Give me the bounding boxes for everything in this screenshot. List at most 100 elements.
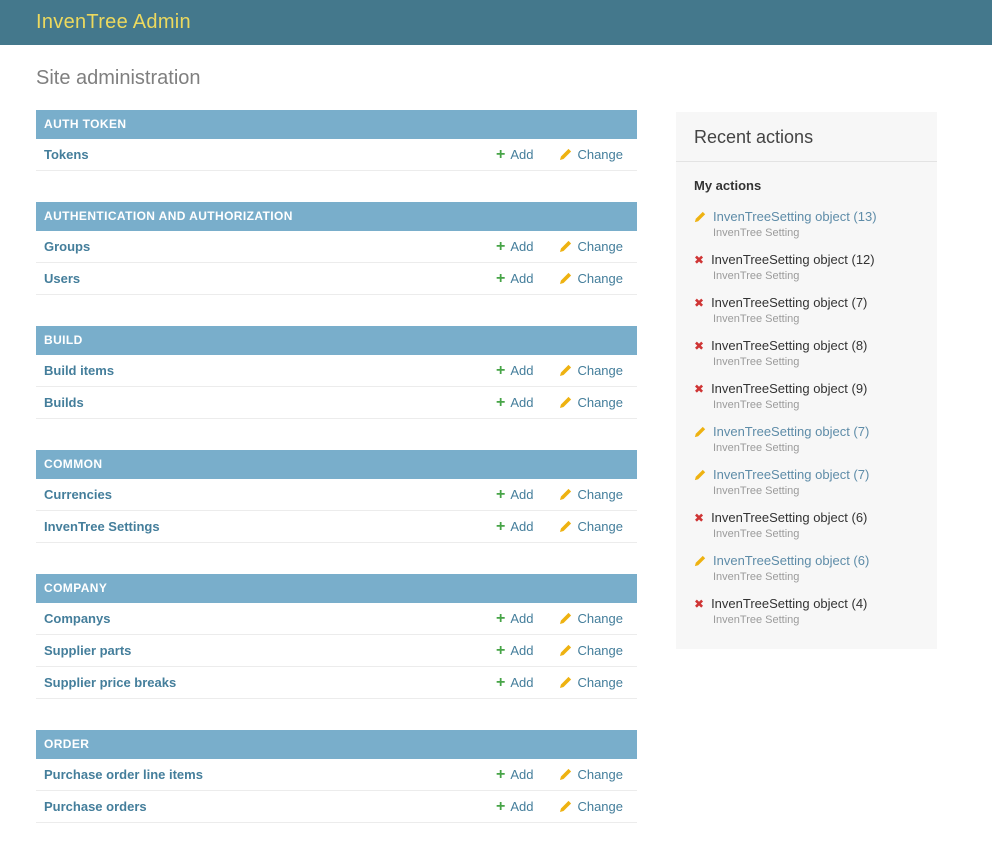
- change-label: Change: [577, 239, 623, 254]
- model-link[interactable]: Users: [44, 271, 80, 286]
- model-link[interactable]: Purchase orders: [44, 799, 147, 814]
- model-row: Users + Add Change: [36, 263, 637, 295]
- recent-actions-list: InvenTreeSetting object (13) InvenTree S…: [676, 197, 937, 635]
- change-label: Change: [577, 395, 623, 410]
- model-link[interactable]: Tokens: [44, 147, 89, 162]
- page-title: Site administration: [36, 66, 637, 90]
- pencil-icon: [559, 520, 572, 533]
- add-link[interactable]: + Add: [496, 239, 533, 254]
- change-label: Change: [577, 363, 623, 378]
- change-link[interactable]: Change: [559, 395, 623, 410]
- recent-action-deleted-label: InvenTreeSetting object (4): [711, 596, 867, 611]
- pencil-icon: [559, 768, 572, 781]
- recent-action-item: InvenTreeSetting object (7) InvenTree Se…: [694, 461, 925, 504]
- pencil-icon: [694, 555, 706, 567]
- change-link[interactable]: Change: [559, 271, 623, 286]
- recent-action-link[interactable]: InvenTreeSetting object (7): [713, 424, 869, 439]
- add-label: Add: [510, 767, 533, 782]
- pencil-icon: [559, 676, 572, 689]
- change-link[interactable]: Change: [559, 147, 623, 162]
- pencil-icon: [559, 644, 572, 657]
- recent-action-line: InvenTreeSetting object (7): [694, 467, 925, 482]
- model-rows: Companys + Add Change Supplier parts + A…: [36, 603, 637, 699]
- app-header: InvenTree Admin: [0, 0, 992, 45]
- change-link[interactable]: Change: [559, 611, 623, 626]
- plus-icon: +: [496, 273, 505, 285]
- recent-action-line: ✖ InvenTreeSetting object (12): [694, 252, 925, 267]
- model-link[interactable]: InvenTree Settings: [44, 519, 160, 534]
- add-link[interactable]: + Add: [496, 643, 533, 658]
- plus-icon: +: [496, 677, 505, 689]
- pencil-icon: [559, 396, 572, 409]
- recent-action-type: InvenTree Setting: [713, 356, 925, 369]
- model-link[interactable]: Builds: [44, 395, 84, 410]
- add-label: Add: [510, 611, 533, 626]
- app-modules: AUTH TOKEN Tokens + Add Change AUTHENTIC…: [36, 110, 637, 823]
- model-rows: Groups + Add Change Users + Add Change: [36, 231, 637, 295]
- change-label: Change: [577, 799, 623, 814]
- model-rows: Build items + Add Change Builds + Add Ch…: [36, 355, 637, 419]
- my-actions-heading: My actions: [676, 162, 937, 197]
- change-link[interactable]: Change: [559, 643, 623, 658]
- change-link[interactable]: Change: [559, 767, 623, 782]
- recent-action-link[interactable]: InvenTreeSetting object (6): [713, 553, 869, 568]
- pencil-icon: [559, 800, 572, 813]
- model-row: InvenTree Settings + Add Change: [36, 511, 637, 543]
- recent-action-item: InvenTreeSetting object (6) InvenTree Se…: [694, 547, 925, 590]
- change-link[interactable]: Change: [559, 519, 623, 534]
- app-module: ORDER Purchase order line items + Add Ch…: [36, 730, 637, 823]
- recent-action-item: InvenTreeSetting object (13) InvenTree S…: [694, 203, 925, 246]
- recent-action-line: InvenTreeSetting object (6): [694, 553, 925, 568]
- add-link[interactable]: + Add: [496, 675, 533, 690]
- change-link[interactable]: Change: [559, 799, 623, 814]
- x-icon: ✖: [694, 598, 704, 610]
- add-label: Add: [510, 271, 533, 286]
- recent-action-line: ✖ InvenTreeSetting object (7): [694, 295, 925, 310]
- recent-action-type: InvenTree Setting: [713, 485, 925, 498]
- x-icon: ✖: [694, 512, 704, 524]
- plus-icon: +: [496, 149, 505, 161]
- model-link[interactable]: Companys: [44, 611, 110, 626]
- model-row: Build items + Add Change: [36, 355, 637, 387]
- add-link[interactable]: + Add: [496, 519, 533, 534]
- model-link[interactable]: Currencies: [44, 487, 112, 502]
- recent-action-deleted-label: InvenTreeSetting object (6): [711, 510, 867, 525]
- change-label: Change: [577, 675, 623, 690]
- recent-action-deleted-label: InvenTreeSetting object (7): [711, 295, 867, 310]
- add-link[interactable]: + Add: [496, 363, 533, 378]
- model-link[interactable]: Groups: [44, 239, 90, 254]
- add-link[interactable]: + Add: [496, 799, 533, 814]
- add-label: Add: [510, 395, 533, 410]
- plus-icon: +: [496, 365, 505, 377]
- add-link[interactable]: + Add: [496, 487, 533, 502]
- recent-action-item: ✖ InvenTreeSetting object (12) InvenTree…: [694, 246, 925, 289]
- recent-action-link[interactable]: InvenTreeSetting object (13): [713, 209, 877, 224]
- site-title-link[interactable]: InvenTree Admin: [36, 11, 191, 34]
- model-link[interactable]: Supplier parts: [44, 643, 131, 658]
- model-link[interactable]: Purchase order line items: [44, 767, 203, 782]
- change-link[interactable]: Change: [559, 363, 623, 378]
- model-row: Currencies + Add Change: [36, 479, 637, 511]
- model-link[interactable]: Supplier price breaks: [44, 675, 176, 690]
- add-link[interactable]: + Add: [496, 395, 533, 410]
- model-link[interactable]: Build items: [44, 363, 114, 378]
- recent-action-line: ✖ InvenTreeSetting object (4): [694, 596, 925, 611]
- recent-action-type: InvenTree Setting: [713, 270, 925, 283]
- change-link[interactable]: Change: [559, 239, 623, 254]
- recent-actions-panel: Recent actions My actions InvenTreeSetti…: [676, 112, 937, 649]
- add-link[interactable]: + Add: [496, 767, 533, 782]
- add-link[interactable]: + Add: [496, 271, 533, 286]
- recent-action-item: ✖ InvenTreeSetting object (6) InvenTree …: [694, 504, 925, 547]
- change-label: Change: [577, 487, 623, 502]
- model-rows: Purchase order line items + Add Change P…: [36, 759, 637, 823]
- change-link[interactable]: Change: [559, 487, 623, 502]
- add-link[interactable]: + Add: [496, 147, 533, 162]
- x-icon: ✖: [694, 297, 704, 309]
- plus-icon: +: [496, 489, 505, 501]
- change-link[interactable]: Change: [559, 675, 623, 690]
- add-link[interactable]: + Add: [496, 611, 533, 626]
- recent-action-link[interactable]: InvenTreeSetting object (7): [713, 467, 869, 482]
- add-label: Add: [510, 363, 533, 378]
- recent-action-line: ✖ InvenTreeSetting object (9): [694, 381, 925, 396]
- recent-action-type: InvenTree Setting: [713, 571, 925, 584]
